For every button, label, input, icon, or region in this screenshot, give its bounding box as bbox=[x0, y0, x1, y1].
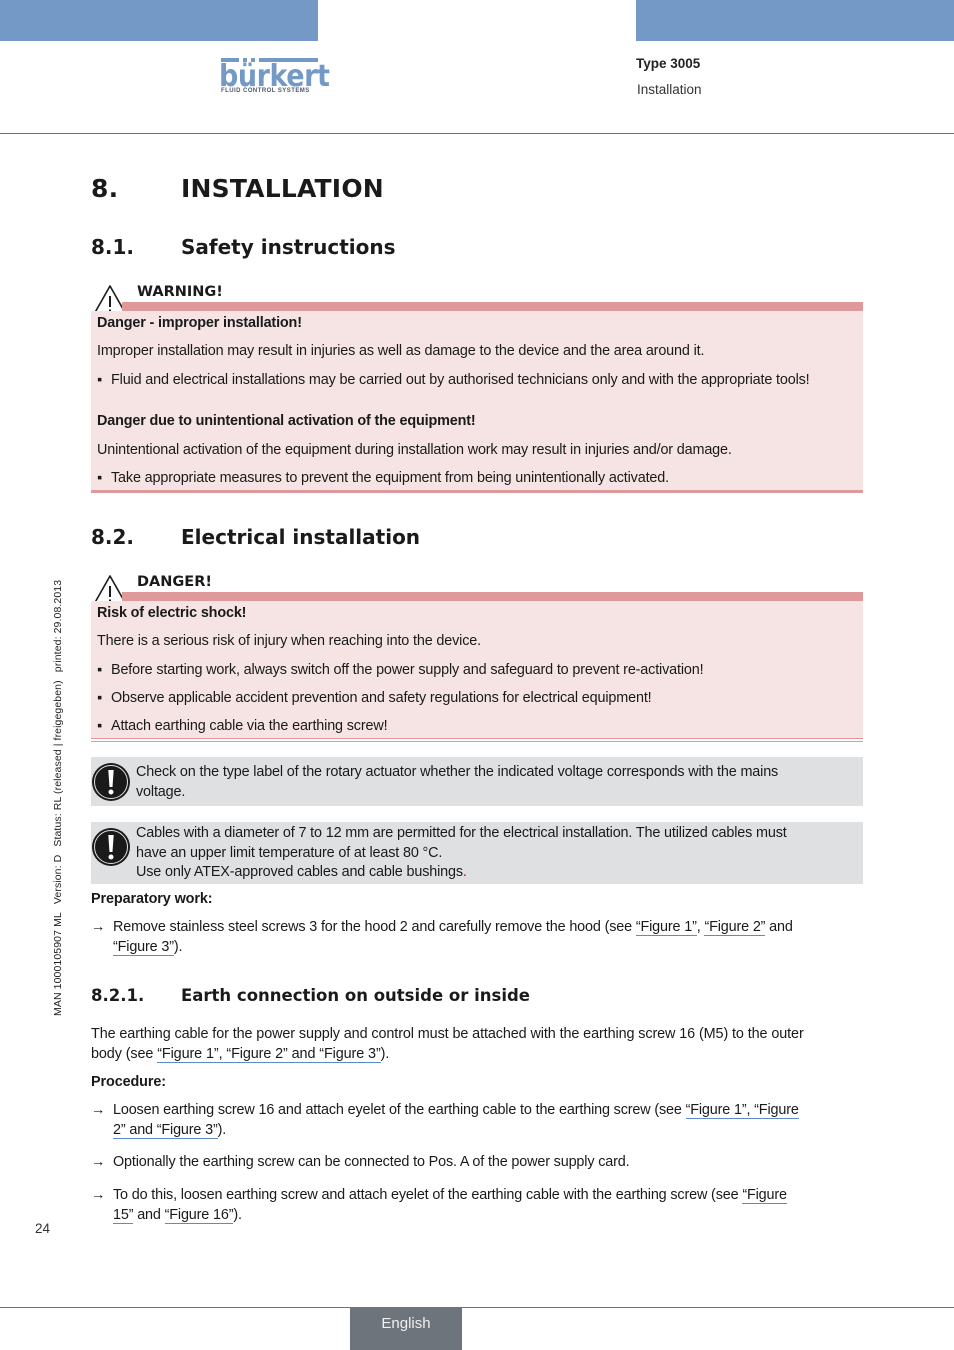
signal-word-warning: WARNING! bbox=[137, 284, 223, 300]
note-text: Check on the type label of the rotary ac… bbox=[136, 764, 779, 800]
brand-logo: bürkert FLUID CONTROL SYSTEMS bbox=[219, 58, 330, 96]
note-text: Cables with a diameter of 7 to 12 mm are… bbox=[136, 825, 787, 880]
section-title: Safety instructions bbox=[181, 235, 396, 259]
danger-bullet: ▪ Attach earthing cable via the earthing … bbox=[97, 718, 388, 734]
section-title: Electrical installation bbox=[181, 525, 421, 549]
subsection-heading-earth: 8.2.1. Earth connection on outside or ins… bbox=[91, 986, 530, 1005]
figure-link[interactable]: 15” bbox=[113, 1206, 134, 1224]
danger-content: Risk of electric shock! There is a serio… bbox=[91, 601, 863, 739]
warning-heading-2: Danger due to unintentional activation o… bbox=[97, 413, 476, 429]
figure-link[interactable]: 2” and “Figure 3” bbox=[113, 1121, 218, 1139]
figure-link[interactable]: “Figure 3” bbox=[113, 938, 174, 956]
danger-text: There is a serious risk of injury when r… bbox=[97, 633, 481, 649]
danger-bottom-rule bbox=[91, 738, 863, 739]
subsection-number: 8.2.1. bbox=[91, 986, 145, 1005]
arrow-icon: → bbox=[91, 1102, 106, 1118]
arrow-icon: → bbox=[91, 1154, 106, 1170]
section-heading-safety: 8.1. Safety instructions bbox=[91, 235, 396, 259]
doc-section: Installation bbox=[637, 82, 702, 97]
signal-word-danger: DANGER! bbox=[137, 574, 212, 590]
figure-link[interactable]: “Figure 16” bbox=[164, 1206, 234, 1224]
chapter-title: INSTALLATION bbox=[181, 174, 384, 203]
subsection-title: Earth connection on outside or inside bbox=[181, 986, 530, 1005]
arrow-icon: → bbox=[91, 1187, 106, 1203]
section-number: 8.1. bbox=[91, 235, 135, 259]
note-voltage: Check on the type label of the rotary ac… bbox=[91, 757, 863, 806]
printed-date: printed: 29.08.2013 bbox=[52, 579, 64, 673]
preparatory-work-label: Preparatory work: bbox=[91, 891, 213, 907]
figure-link[interactable]: “Figure 2” bbox=[704, 919, 765, 936]
note-cables: Cables with a diameter of 7 to 12 mm are… bbox=[91, 822, 863, 884]
man-number: MAN 1000105907 ML bbox=[52, 912, 64, 1016]
warning-bullet-2: ▪ Take appropriate measures to prevent th… bbox=[97, 470, 669, 486]
figure-link[interactable]: “Figure 1”, “Figure 2” and “Figure 3” bbox=[157, 1045, 381, 1063]
procedure-step: → Loosen earthing screw 16 and attach ey… bbox=[91, 1102, 799, 1139]
warning-bullet-1: ▪ Fluid and electrical installations may … bbox=[97, 372, 810, 388]
header-bar-right bbox=[636, 0, 954, 41]
document-metadata: MAN 1000105907 ML Version: D Status: RL … bbox=[52, 575, 64, 1016]
warning-band bbox=[122, 302, 863, 311]
warning-bottom-rule bbox=[91, 490, 863, 493]
language-tab: English bbox=[350, 1307, 462, 1350]
earth-intro: The earthing cable for the power supply … bbox=[91, 1026, 804, 1063]
danger-bullet: ▪ Observe applicable accident prevention … bbox=[97, 690, 652, 706]
warning-heading-1: Danger - improper installation! bbox=[97, 315, 302, 331]
warning-content: Danger - improper installation! Improper… bbox=[91, 311, 863, 490]
danger-band bbox=[122, 592, 863, 601]
header-divider bbox=[0, 133, 954, 134]
doc-type: Type 3005 bbox=[636, 56, 701, 71]
danger-bullet: ▪ Before starting work, always switch off… bbox=[97, 662, 704, 678]
header-bar-left bbox=[0, 0, 318, 41]
footer-divider bbox=[0, 1307, 954, 1308]
danger-box: DANGER! Risk of electric shock! There is… bbox=[91, 574, 863, 744]
section-number: 8.2. bbox=[91, 525, 135, 549]
procedure-label: Procedure: bbox=[91, 1074, 166, 1090]
prep-step: → Remove stainless steel screws 3 for th… bbox=[91, 919, 793, 956]
danger-bottom-rule bbox=[91, 741, 863, 742]
figure-link[interactable]: “Figure bbox=[742, 1187, 787, 1204]
procedure-step: → To do this, loosen earthing screw and … bbox=[91, 1187, 787, 1224]
brand-tagline: FLUID CONTROL SYSTEMS bbox=[221, 88, 310, 94]
page-number: 24 bbox=[35, 1221, 51, 1236]
version: Version: D bbox=[52, 854, 64, 905]
warning-box: WARNING! Danger - improper installation!… bbox=[91, 284, 863, 494]
procedure-step: → Optionally the earthing screw can be c… bbox=[91, 1153, 863, 1173]
warning-text-1: Improper installation may result in inju… bbox=[97, 343, 705, 359]
section-heading-electrical: 8.2. Electrical installation bbox=[91, 525, 420, 549]
danger-heading: Risk of electric shock! bbox=[97, 605, 247, 621]
figure-link[interactable]: “Figure 1”, “Figure bbox=[685, 1102, 799, 1119]
exclamation-circle-icon bbox=[92, 763, 130, 801]
arrow-icon: → bbox=[91, 919, 106, 935]
chapter-number: 8. bbox=[91, 174, 119, 203]
figure-link[interactable]: “Figure 1” bbox=[635, 919, 697, 936]
exclamation-circle-icon bbox=[92, 828, 130, 866]
chapter-heading: 8. INSTALLATION bbox=[91, 174, 384, 203]
status: Status: RL (released | freigegeben) bbox=[52, 680, 64, 847]
warning-text-2: Unintentional activation of the equipmen… bbox=[97, 442, 732, 458]
